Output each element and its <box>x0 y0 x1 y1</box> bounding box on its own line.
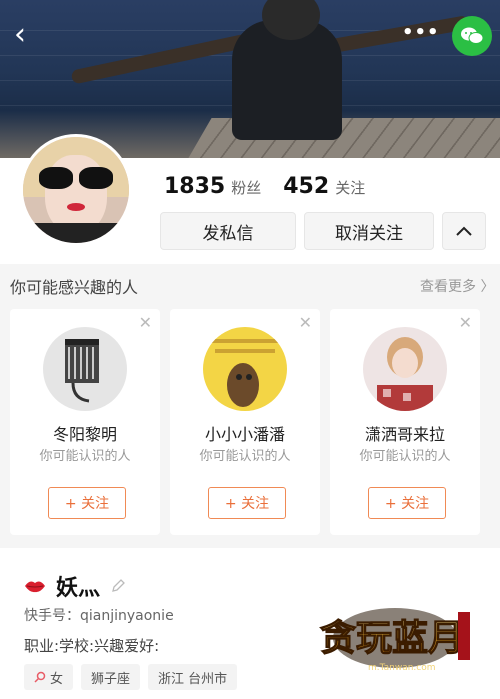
zodiac-tag: 狮子座 <box>81 664 141 690</box>
recommend-subtitle: 你可能认识的人 <box>199 449 291 464</box>
recommend-name: 小小小潘潘 <box>204 425 285 444</box>
following-stat[interactable]: 452 关注 <box>283 174 365 199</box>
followers-stat[interactable]: 1835 粉丝 <box>164 174 261 199</box>
close-icon[interactable]: ✕ <box>299 313 312 332</box>
edit-icon[interactable] <box>110 578 126 594</box>
recommend-more-link[interactable]: 查看更多 〉 <box>420 276 494 296</box>
followers-count: 1835 <box>164 174 226 199</box>
recommend-card[interactable]: ✕ 潇洒哥来拉 你可能认识的人 + 关注 <box>330 309 480 535</box>
follow-button[interactable]: + 关注 <box>368 487 446 519</box>
close-icon[interactable]: ✕ <box>139 313 152 332</box>
recommend-subtitle: 你可能认识的人 <box>39 449 131 464</box>
follow-stats: 1835 粉丝 452 关注 <box>164 174 365 199</box>
user-tags: 女 狮子座 浙江 台州市 <box>24 664 238 690</box>
follow-button[interactable]: + 关注 <box>208 487 286 519</box>
recommend-name: 潇洒哥来拉 <box>364 425 445 444</box>
recommend-card[interactable]: ✕ 冬阳黎明 你可能认识的人 + 关注 <box>10 309 160 535</box>
recommend-avatar[interactable] <box>43 327 127 411</box>
lips-icon <box>25 581 45 593</box>
recommend-card[interactable]: ✕ 小小小潘潘 你可能认识的人 + 关注 <box>170 309 320 535</box>
more-dots-icon[interactable]: ••• <box>402 22 439 46</box>
following-label: 关注 <box>335 179 366 197</box>
avatar[interactable] <box>20 134 132 246</box>
figure-arm <box>70 33 250 85</box>
figure-arm <box>319 15 471 55</box>
gender-tag: 女 <box>24 664 74 690</box>
recommend-list: ✕ 冬阳黎明 你可能认识的人 + 关注 ✕ 小小小潘潘 你可能认识的人 + 关注… <box>10 309 500 535</box>
svg-text:贪玩蓝月: 贪玩蓝月 <box>320 617 464 659</box>
unfollow-button[interactable]: 取消关注 <box>304 212 434 250</box>
close-icon[interactable]: ✕ <box>459 313 472 332</box>
kuaishou-id: 快手号：qianjinyaonie <box>24 608 174 624</box>
follow-button[interactable]: + 关注 <box>48 487 126 519</box>
female-icon <box>34 671 46 683</box>
wechat-icon[interactable] <box>452 16 492 56</box>
game-logo-watermark: 贪玩蓝月 m.Tanwan.com <box>319 608 470 673</box>
profile-actions: 发私信 取消关注 <box>160 212 486 250</box>
recommend-name: 冬阳黎明 <box>52 425 117 444</box>
followers-label: 粉丝 <box>231 179 262 197</box>
back-arrow-icon[interactable]: ‹ <box>14 20 42 50</box>
message-button[interactable]: 发私信 <box>160 212 296 250</box>
location-tag: 浙江 台州市 <box>148 664 238 690</box>
recommend-avatar[interactable] <box>203 327 287 411</box>
user-name-row: 妖灬 <box>24 570 126 602</box>
recommend-avatar[interactable] <box>363 327 447 411</box>
recommend-subtitle: 你可能认识的人 <box>359 449 451 464</box>
chevron-up-icon[interactable] <box>442 212 486 250</box>
job-info: 职业:学校:兴趣爱好: <box>24 637 160 655</box>
user-name: 妖灬 <box>56 576 101 601</box>
recommend-title: 你可能感兴趣的人 <box>10 278 139 297</box>
following-count: 452 <box>283 174 330 199</box>
svg-text:m.Tanwan.com: m.Tanwan.com <box>368 663 436 673</box>
